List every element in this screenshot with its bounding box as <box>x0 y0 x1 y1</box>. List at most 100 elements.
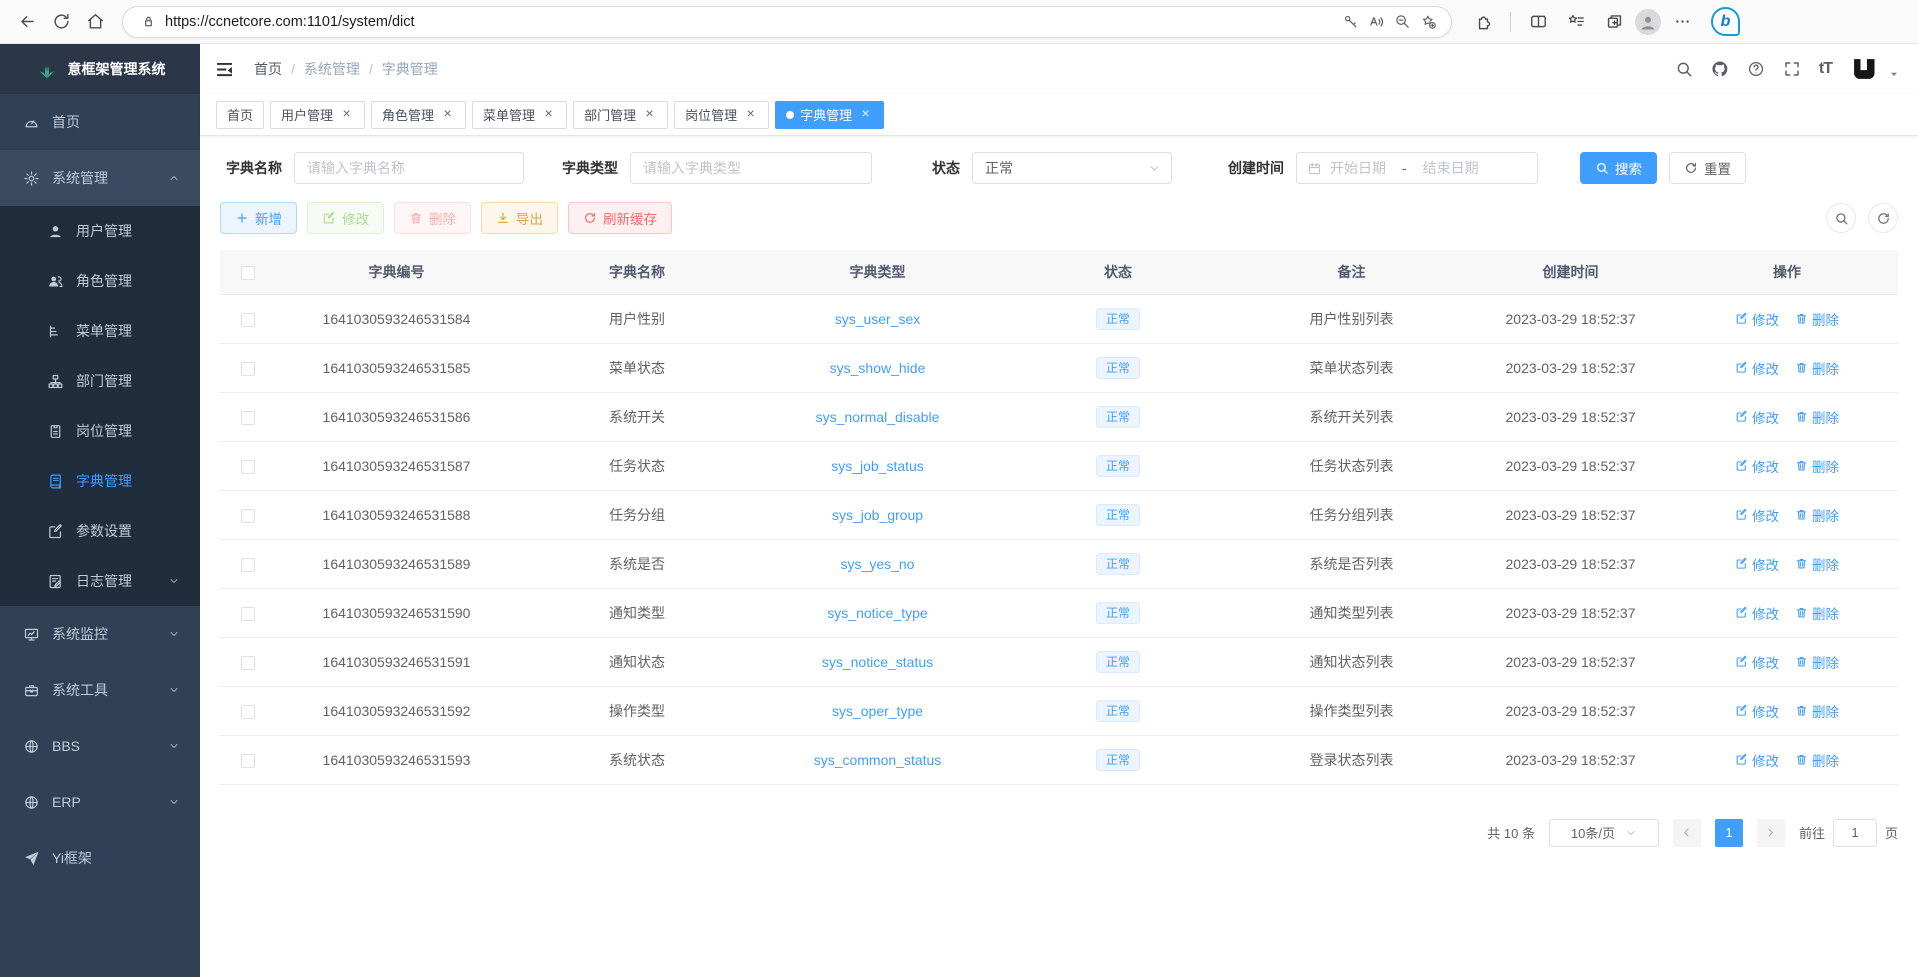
row-delete-button[interactable]: 删除 <box>1795 750 1839 770</box>
row-edit-button[interactable]: 修改 <box>1735 358 1779 378</box>
show-search-button[interactable] <box>1826 203 1856 233</box>
row-edit-button[interactable]: 修改 <box>1735 456 1779 476</box>
back-icon[interactable] <box>10 6 44 38</box>
sidebar-item-menu[interactable]: 菜单管理 <box>0 306 200 356</box>
row-delete-button[interactable]: 删除 <box>1795 456 1839 476</box>
row-checkbox[interactable] <box>241 754 255 768</box>
close-icon[interactable] <box>440 107 455 122</box>
github-icon[interactable] <box>1711 60 1729 78</box>
row-delete-button[interactable]: 删除 <box>1795 407 1839 427</box>
dict-type-link[interactable]: sys_normal_disable <box>816 409 940 425</box>
dict-type-link[interactable]: sys_user_sex <box>835 311 921 327</box>
close-icon[interactable] <box>541 107 556 122</box>
sidebar-item-role[interactable]: 角色管理 <box>0 256 200 306</box>
goto-page-input[interactable] <box>1833 819 1877 847</box>
row-checkbox[interactable] <box>241 705 255 719</box>
search-button[interactable]: 搜索 <box>1580 152 1657 184</box>
breadcrumb-home[interactable]: 首页 <box>254 59 282 79</box>
close-icon[interactable] <box>642 107 657 122</box>
extensions-icon[interactable] <box>1466 6 1500 38</box>
sidebar-item-home[interactable]: 首页 <box>0 94 200 150</box>
row-checkbox[interactable] <box>241 411 255 425</box>
row-checkbox[interactable] <box>241 313 255 327</box>
row-edit-button[interactable]: 修改 <box>1735 603 1779 623</box>
edit-button[interactable]: 修改 <box>307 202 384 234</box>
help-icon[interactable] <box>1747 60 1765 78</box>
dict-name-input[interactable] <box>294 152 524 184</box>
breadcrumb-system[interactable]: 系统管理 <box>304 59 360 79</box>
dict-type-link[interactable]: sys_notice_status <box>822 654 933 670</box>
tab-dict[interactable]: 字典管理 <box>775 101 884 129</box>
row-delete-button[interactable]: 删除 <box>1795 652 1839 672</box>
font-size-icon[interactable]: tT <box>1819 60 1832 78</box>
delete-button[interactable]: 删除 <box>394 202 471 234</box>
sidebar-item-system[interactable]: 系统管理 <box>0 150 200 206</box>
tab-post[interactable]: 岗位管理 <box>674 101 769 129</box>
sidebar-item-monitor[interactable]: 系统监控 <box>0 606 200 662</box>
row-edit-button[interactable]: 修改 <box>1735 554 1779 574</box>
dict-type-input[interactable] <box>630 152 872 184</box>
dict-type-link[interactable]: sys_common_status <box>814 752 942 768</box>
refresh-icon[interactable] <box>44 6 78 38</box>
refresh-table-button[interactable] <box>1868 203 1898 233</box>
sidebar-item-erp[interactable]: ERP <box>0 774 200 830</box>
home-icon[interactable] <box>78 6 112 38</box>
row-edit-button[interactable]: 修改 <box>1735 750 1779 770</box>
url-text[interactable]: https://ccnetcore.com:1101/system/dict <box>165 14 1337 30</box>
tab-user[interactable]: 用户管理 <box>270 101 365 129</box>
row-checkbox[interactable] <box>241 656 255 670</box>
page-size-select[interactable]: 10条/页 <box>1549 819 1659 847</box>
dict-type-link[interactable]: sys_yes_no <box>841 556 915 572</box>
row-edit-button[interactable]: 修改 <box>1735 652 1779 672</box>
password-key-icon[interactable] <box>1337 9 1363 35</box>
row-checkbox[interactable] <box>241 509 255 523</box>
sidebar-item-log[interactable]: 日志管理 <box>0 556 200 606</box>
add-favorite-icon[interactable] <box>1415 9 1441 35</box>
add-button[interactable]: 新增 <box>220 202 297 234</box>
read-aloud-icon[interactable] <box>1363 9 1389 35</box>
sidebar-item-yiframe[interactable]: Yi框架 <box>0 830 200 886</box>
sidebar-item-post[interactable]: 岗位管理 <box>0 406 200 456</box>
select-all-checkbox[interactable] <box>241 266 255 280</box>
sidebar-item-user[interactable]: 用户管理 <box>0 206 200 256</box>
tab-home[interactable]: 首页 <box>216 101 264 129</box>
reset-button[interactable]: 重置 <box>1669 152 1746 184</box>
zoom-out-icon[interactable] <box>1389 9 1415 35</box>
close-icon[interactable] <box>743 107 758 122</box>
tab-role[interactable]: 角色管理 <box>371 101 466 129</box>
sidebar-item-tool[interactable]: 系统工具 <box>0 662 200 718</box>
profile-avatar[interactable] <box>1635 9 1661 35</box>
dict-type-link[interactable]: sys_show_hide <box>830 360 926 376</box>
sidebar-item-dict[interactable]: 字典管理 <box>0 456 200 506</box>
row-edit-button[interactable]: 修改 <box>1735 701 1779 721</box>
next-page-button[interactable] <box>1757 819 1785 847</box>
row-edit-button[interactable]: 修改 <box>1735 407 1779 427</box>
refresh-cache-button[interactable]: 刷新缓存 <box>568 202 672 234</box>
close-icon[interactable] <box>339 107 354 122</box>
tab-dept[interactable]: 部门管理 <box>573 101 668 129</box>
sidebar-collapse-icon[interactable] <box>214 57 238 81</box>
sidebar-item-bbs[interactable]: BBS <box>0 718 200 774</box>
chevron-down-icon[interactable] <box>1888 68 1900 80</box>
dict-type-link[interactable]: sys_job_group <box>832 507 923 523</box>
close-icon[interactable] <box>858 107 873 122</box>
export-button[interactable]: 导出 <box>481 202 558 234</box>
row-checkbox[interactable] <box>241 607 255 621</box>
search-icon[interactable] <box>1675 60 1693 78</box>
user-avatar[interactable] <box>1850 55 1878 83</box>
current-page-button[interactable]: 1 <box>1715 819 1743 847</box>
sidebar-item-dept[interactable]: 部门管理 <box>0 356 200 406</box>
row-delete-button[interactable]: 删除 <box>1795 701 1839 721</box>
row-edit-button[interactable]: 修改 <box>1735 505 1779 525</box>
sidebar-item-config[interactable]: 参数设置 <box>0 506 200 556</box>
row-checkbox[interactable] <box>241 558 255 572</box>
date-range-picker[interactable]: 开始日期 - 结束日期 <box>1296 152 1538 184</box>
row-edit-button[interactable]: 修改 <box>1735 309 1779 329</box>
row-delete-button[interactable]: 删除 <box>1795 505 1839 525</box>
more-menu-icon[interactable] <box>1665 6 1699 38</box>
fullscreen-icon[interactable] <box>1783 60 1801 78</box>
status-select[interactable]: 正常 <box>972 152 1172 184</box>
split-screen-icon[interactable] <box>1521 6 1555 38</box>
address-bar[interactable]: https://ccnetcore.com:1101/system/dict <box>122 6 1452 38</box>
row-delete-button[interactable]: 删除 <box>1795 554 1839 574</box>
